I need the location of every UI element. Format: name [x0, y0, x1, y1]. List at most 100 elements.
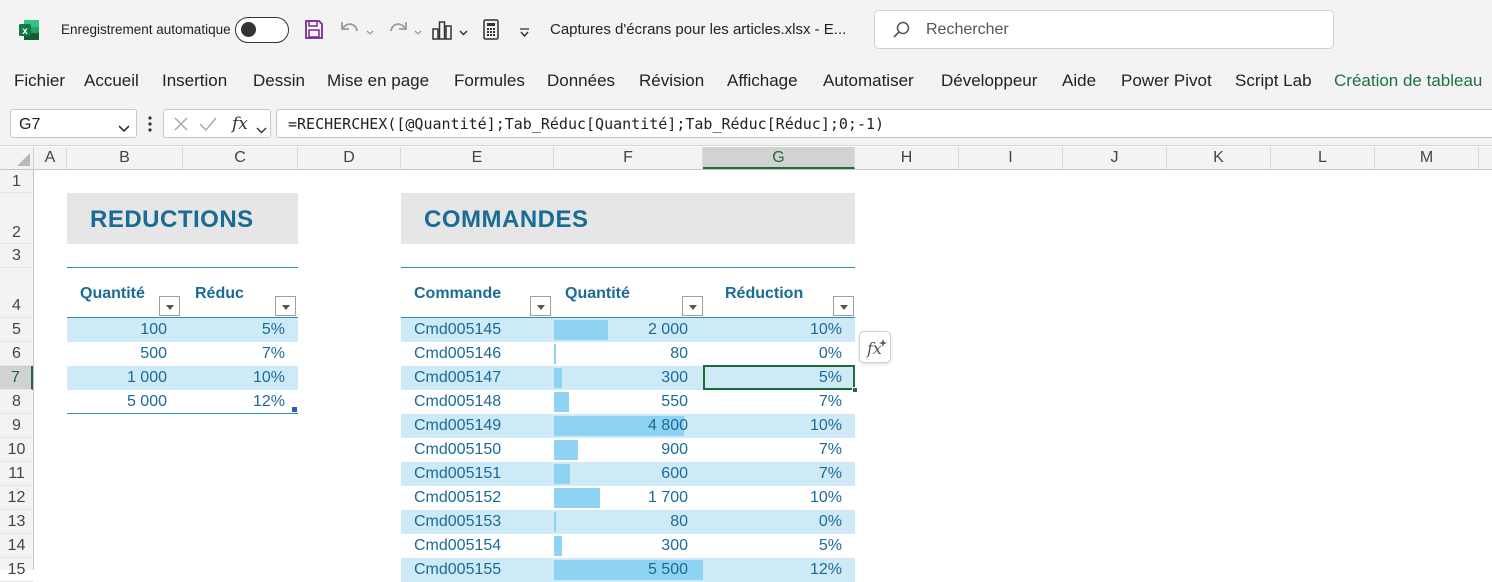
reduction-quantity-cell[interactable]: 100: [67, 318, 167, 342]
order-id-cell[interactable]: Cmd005145: [414, 318, 554, 342]
row-header-2[interactable]: 2: [0, 193, 33, 244]
order-quantity-cell[interactable]: 550: [554, 390, 688, 414]
select-all-corner[interactable]: [0, 147, 34, 169]
tab-accueil[interactable]: Accueil: [84, 71, 139, 91]
row-header-13[interactable]: 13: [0, 510, 33, 534]
filter-dropdown-commande[interactable]: [530, 296, 551, 316]
tab-developpeur[interactable]: Développeur: [941, 71, 1037, 91]
tab-automatiser[interactable]: Automatiser: [823, 71, 914, 91]
column-header-j[interactable]: J: [1063, 147, 1167, 169]
order-id-cell[interactable]: Cmd005148: [414, 390, 554, 414]
chart-icon[interactable]: [431, 19, 453, 41]
filter-dropdown-reduc[interactable]: [275, 296, 296, 316]
order-id-cell[interactable]: Cmd005152: [414, 486, 554, 510]
order-id-cell[interactable]: Cmd005154: [414, 534, 554, 558]
order-reduction-cell[interactable]: 5%: [703, 534, 842, 558]
reduction-quantity-cell[interactable]: 500: [67, 342, 167, 366]
filter-dropdown-quantite[interactable]: [159, 296, 180, 316]
row-header-1[interactable]: 1: [0, 170, 33, 193]
order-id-cell[interactable]: Cmd005155: [414, 558, 554, 582]
tab-creation-de-tableau[interactable]: Création de tableau: [1334, 71, 1482, 91]
order-reduction-cell[interactable]: 10%: [703, 318, 842, 342]
order-id-cell[interactable]: Cmd005149: [414, 414, 554, 438]
formula-input[interactable]: =RECHERCHEX([@Quantité];Tab_Réduc[Quanti…: [276, 109, 1492, 138]
reduction-rate-cell[interactable]: 10%: [183, 366, 285, 390]
order-quantity-cell[interactable]: 900: [554, 438, 688, 462]
cancel-icon[interactable]: [173, 116, 189, 132]
chart-dropdown-icon[interactable]: [459, 24, 468, 36]
reduction-quantity-cell[interactable]: 1 000: [67, 366, 167, 390]
row-header-5[interactable]: 5: [0, 318, 33, 342]
filter-dropdown-reduction[interactable]: [833, 296, 854, 316]
tab-script-lab[interactable]: Script Lab: [1235, 71, 1312, 91]
order-id-cell[interactable]: Cmd005147: [414, 366, 554, 390]
column-header-k[interactable]: K: [1167, 147, 1271, 169]
chevron-down-icon[interactable]: [118, 120, 130, 133]
column-header-m[interactable]: M: [1375, 147, 1479, 169]
autosave-toggle[interactable]: [235, 17, 289, 43]
row-header-8[interactable]: 8: [0, 390, 33, 414]
reduction-rate-cell[interactable]: 7%: [183, 342, 285, 366]
expand-chevron-icon[interactable]: [256, 121, 267, 134]
redo-icon[interactable]: [386, 19, 410, 39]
insert-function-icon[interactable]: fx: [230, 112, 252, 134]
row-header-4[interactable]: 4: [0, 268, 33, 318]
name-box[interactable]: G7: [10, 109, 137, 138]
save-icon[interactable]: [304, 19, 324, 40]
customize-toolbar-icon[interactable]: [519, 25, 530, 38]
order-quantity-cell[interactable]: 1 700: [554, 486, 688, 510]
order-quantity-cell[interactable]: 2 000: [554, 318, 688, 342]
order-reduction-cell[interactable]: 12%: [703, 558, 842, 582]
tab-fichier[interactable]: Fichier: [14, 71, 65, 91]
order-reduction-cell[interactable]: 0%: [703, 510, 842, 534]
order-reduction-cell[interactable]: 10%: [703, 414, 842, 438]
order-id-cell[interactable]: Cmd005153: [414, 510, 554, 534]
row-header-12[interactable]: 12: [0, 486, 33, 510]
tab-aide[interactable]: Aide: [1062, 71, 1096, 91]
column-header-c[interactable]: C: [183, 147, 298, 169]
order-reduction-cell[interactable]: 7%: [703, 462, 842, 486]
search-box[interactable]: Rechercher: [874, 10, 1334, 49]
tab-mise-en-page[interactable]: Mise en page: [327, 71, 429, 91]
order-reduction-cell[interactable]: 0%: [703, 342, 842, 366]
formula-suggestion-button[interactable]: fx: [859, 331, 891, 363]
tab-revision[interactable]: Révision: [639, 71, 704, 91]
order-id-cell[interactable]: Cmd005151: [414, 462, 554, 486]
undo-icon[interactable]: [338, 19, 362, 39]
row-header-14[interactable]: 14: [0, 534, 33, 558]
order-quantity-cell[interactable]: 80: [554, 510, 688, 534]
row-header-10[interactable]: 10: [0, 438, 33, 462]
order-quantity-cell[interactable]: 300: [554, 534, 688, 558]
row-header-6[interactable]: 6: [0, 342, 33, 366]
order-reduction-cell[interactable]: 7%: [703, 438, 842, 462]
row-header-15[interactable]: 15: [0, 558, 33, 582]
order-reduction-cell[interactable]: 10%: [703, 486, 842, 510]
tab-dessin[interactable]: Dessin: [253, 71, 305, 91]
active-cell-selection[interactable]: [703, 365, 855, 390]
column-header-d[interactable]: D: [298, 147, 401, 169]
order-quantity-cell[interactable]: 4 800: [554, 414, 688, 438]
column-header-l[interactable]: L: [1271, 147, 1375, 169]
table-resize-handle[interactable]: [292, 407, 297, 412]
column-header-a[interactable]: A: [34, 147, 67, 169]
order-reduction-cell[interactable]: 7%: [703, 390, 842, 414]
row-header-7[interactable]: 7: [0, 366, 33, 390]
tab-power-pivot[interactable]: Power Pivot: [1121, 71, 1212, 91]
column-header-g[interactable]: G: [703, 147, 855, 169]
redo-dropdown-icon[interactable]: [414, 24, 422, 35]
fill-handle[interactable]: [852, 387, 858, 393]
tab-insertion[interactable]: Insertion: [162, 71, 227, 91]
reduction-quantity-cell[interactable]: 5 000: [67, 390, 167, 414]
order-id-cell[interactable]: Cmd005150: [414, 438, 554, 462]
undo-dropdown-icon[interactable]: [366, 24, 374, 35]
row-header-9[interactable]: 9: [0, 414, 33, 438]
column-header-e[interactable]: E: [401, 147, 554, 169]
tab-donnees[interactable]: Données: [547, 71, 615, 91]
calculator-icon[interactable]: [483, 19, 499, 40]
order-quantity-cell[interactable]: 80: [554, 342, 688, 366]
column-header-h[interactable]: H: [855, 147, 959, 169]
reduction-rate-cell[interactable]: 12%: [183, 390, 285, 414]
column-header-b[interactable]: B: [67, 147, 183, 169]
tab-formules[interactable]: Formules: [454, 71, 525, 91]
enter-check-icon[interactable]: [199, 116, 217, 132]
